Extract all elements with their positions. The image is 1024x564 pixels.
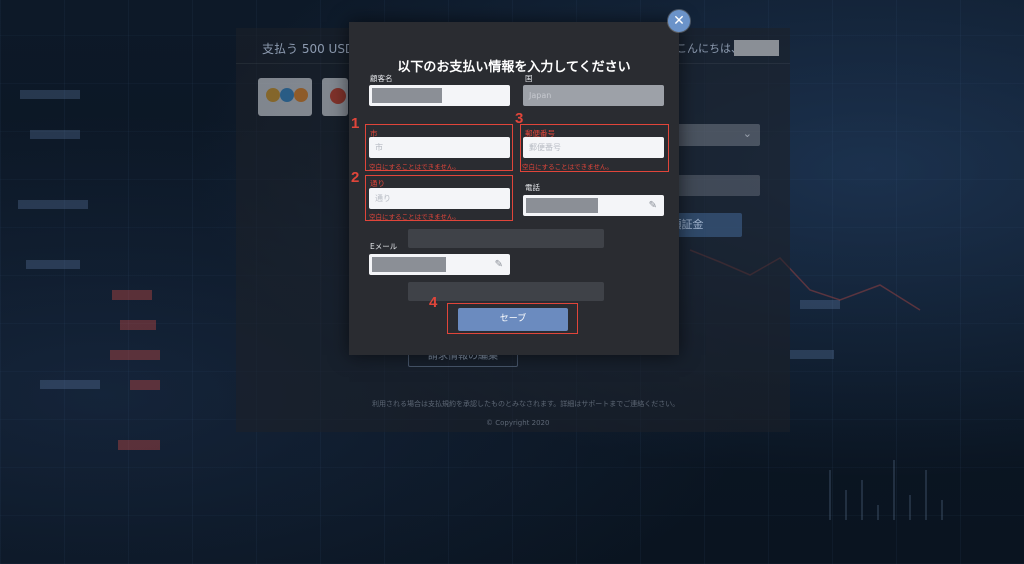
annotation-number-4: 4 xyxy=(429,294,438,311)
city-error: 空白にすることはできません。 xyxy=(369,163,460,171)
modal-title: 以下のお支払い情報を入力してください xyxy=(397,60,631,75)
phone-label: 電話 xyxy=(525,183,540,192)
pencil-icon: ✎ xyxy=(648,200,657,211)
pencil-icon: ✎ xyxy=(494,259,503,270)
close-icon[interactable]: ✕ xyxy=(668,10,690,32)
email-redacted xyxy=(372,257,446,272)
annotation-number-2: 2 xyxy=(351,169,360,186)
email-label: Eメール xyxy=(370,242,398,251)
phone-input[interactable]: ✎ xyxy=(523,195,664,216)
email-input[interactable]: ✎ xyxy=(369,254,510,275)
postal-code-input[interactable]: 郵便番号 xyxy=(523,137,664,158)
crypto-card-logo[interactable] xyxy=(258,78,312,116)
greeting-label: こんにちは、 xyxy=(676,42,742,55)
coin-icon xyxy=(280,88,294,102)
dimmed-field xyxy=(408,229,604,248)
country-input: Japan xyxy=(523,85,664,106)
mastercard-logo[interactable] xyxy=(322,78,348,116)
phone-redacted xyxy=(526,198,598,213)
save-button[interactable]: セーブ xyxy=(458,308,568,331)
city-input[interactable]: 市 xyxy=(369,137,510,158)
terms-note: 利用される場合は支払規約を承認したものとみなされます。詳細はサポートまでご連絡く… xyxy=(372,400,680,408)
country-label: 国 xyxy=(525,74,533,83)
customer-name-label: 顧客名 xyxy=(370,74,393,83)
username-redacted xyxy=(734,40,779,56)
mastercard-icon xyxy=(330,88,346,104)
postal-code-error: 空白にすることはできません。 xyxy=(522,163,613,171)
customer-name-input[interactable] xyxy=(369,85,510,106)
street-input[interactable]: 通り xyxy=(369,188,510,209)
street-error: 空白にすることはできません。 xyxy=(369,213,460,221)
pay-amount-label: 支払う 500 USD xyxy=(262,42,355,56)
copyright: © Copyright 2020 xyxy=(486,419,550,427)
customer-name-redacted xyxy=(372,88,442,103)
coin-icon xyxy=(266,88,280,102)
coin-icon xyxy=(294,88,308,102)
chevron-down-icon: ⌄ xyxy=(742,127,752,140)
dimmed-field xyxy=(408,282,604,301)
annotation-number-1: 1 xyxy=(351,115,360,132)
